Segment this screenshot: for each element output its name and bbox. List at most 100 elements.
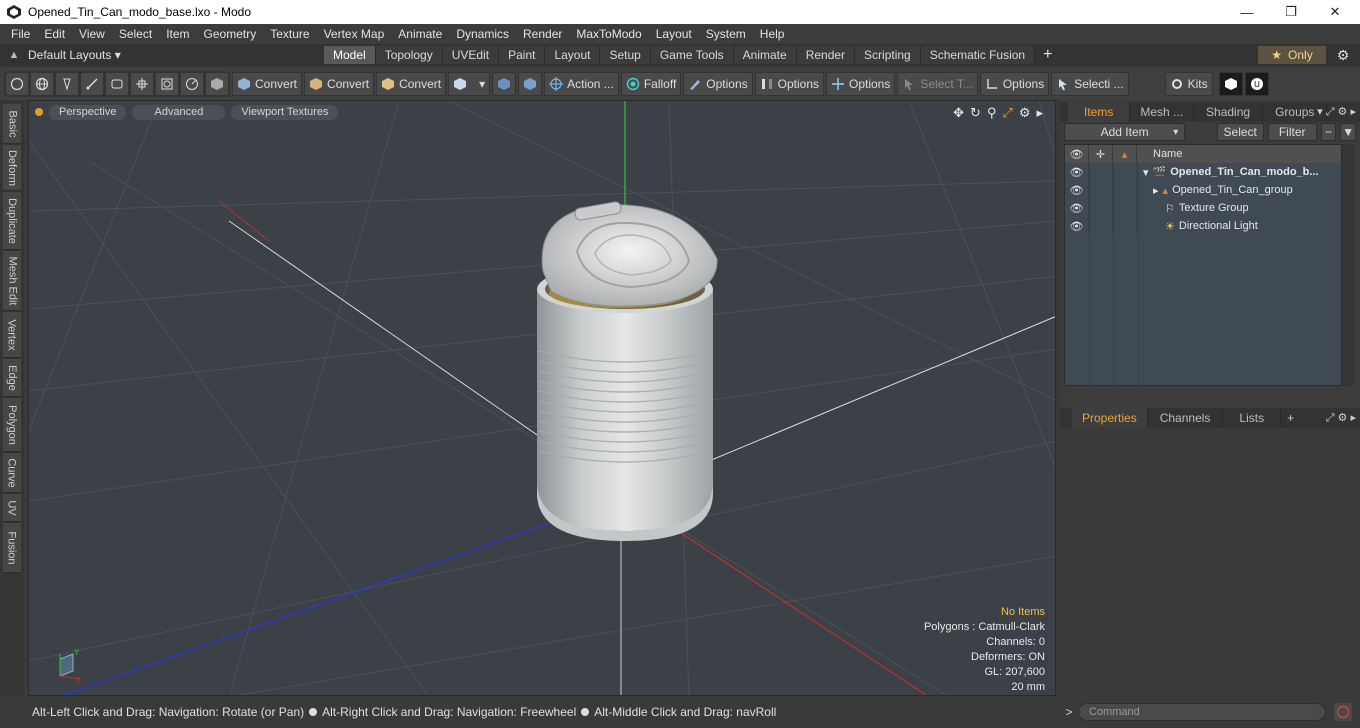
tab-animate[interactable]: Animate [733,46,797,64]
vtab-deform[interactable]: Deform [3,145,21,191]
gear-icon[interactable]: ⚙ [1334,46,1352,64]
add-item-button[interactable]: Add Item ▾ [1064,123,1186,141]
polygon-mode-icon[interactable] [105,72,129,96]
menu-texture[interactable]: Texture [263,24,316,44]
vtab-uv[interactable]: UV [3,494,21,522]
menu-file[interactable]: File [4,24,37,44]
kits-button[interactable]: Kits [1164,72,1213,96]
expand-arrow-icon[interactable]: ▾ [1143,166,1149,179]
vtab-curve[interactable]: Curve [3,453,21,493]
visibility-header-eye-icon[interactable]: 👁 [1065,145,1089,163]
collapse-arrow-icon[interactable]: ▸ [1153,184,1159,197]
menu-edit[interactable]: Edit [37,24,72,44]
unreal-icon[interactable]: U [1244,72,1269,96]
vtab-fusion[interactable]: Fusion [3,523,21,573]
menu-select[interactable]: Select [112,24,159,44]
vertex-mode-icon[interactable] [5,72,29,96]
zoom-magnifier-icon[interactable]: ⚲ [987,105,997,121]
tree-row-group[interactable]: 👁 ▸ ▴ Opened_Tin_Can_group [1065,181,1341,199]
viewport-gear-icon[interactable]: ⚙ [1019,105,1031,121]
selection-button[interactable]: Selecti ... [1051,72,1129,96]
command-input[interactable]: Command [1078,703,1326,721]
add-tab-icon[interactable]: + [1281,411,1300,425]
maximize-view-icon[interactable]: ⤢ [1002,105,1012,121]
options-button-3[interactable]: Options [826,72,896,96]
tab-layout[interactable]: Layout [545,46,601,64]
tab-items[interactable]: Items [1068,102,1131,122]
tab-paint[interactable]: Paint [499,46,546,64]
vtab-basic[interactable]: Basic [3,104,21,144]
workplane-icon[interactable] [518,72,543,96]
funnel-filter-icon[interactable]: ▼ [1340,123,1356,141]
name-column-header[interactable]: Name [1137,148,1182,160]
menu-system[interactable]: System [699,24,753,44]
menu-maxtomodo[interactable]: MaxToModo [569,24,648,44]
default-layouts-dropdown[interactable]: Default Layouts ▾ [28,48,324,62]
select-through-button[interactable]: Select T... [897,72,978,96]
minimize-button[interactable]: — [1224,0,1270,24]
tab-channels[interactable]: Channels [1148,408,1224,428]
convert-button-3[interactable]: Convert [376,72,447,96]
convert-button-2[interactable]: Convert [304,72,375,96]
close-button[interactable]: ✕ [1312,0,1358,24]
eye-icon[interactable]: 👁 [1065,199,1089,217]
tab-properties[interactable]: Properties [1072,408,1148,428]
material-mode-icon[interactable] [155,72,179,96]
vtab-mesh-edit[interactable]: Mesh Edit [3,251,21,311]
tin-can-model[interactable] [537,201,718,541]
menu-view[interactable]: View [72,24,112,44]
globe-icon[interactable] [30,72,54,96]
menu-help[interactable]: Help [753,24,792,44]
options-button-2[interactable]: Options [754,72,824,96]
pivot-mode-icon[interactable] [180,72,204,96]
tab-lists[interactable]: Lists [1223,408,1282,428]
menu-item[interactable]: Item [159,24,196,44]
filter-button[interactable]: Filter [1267,123,1317,141]
vtab-edge[interactable]: Edge [3,359,21,397]
convert-button-1[interactable]: Convert [232,72,303,96]
only-toggle[interactable]: ★ Only [1258,46,1326,64]
tab-scripting[interactable]: Scripting [855,46,921,64]
unity-icon[interactable] [1218,72,1243,96]
tree-scrollbar[interactable] [1342,144,1354,386]
tab-shading[interactable]: Shading [1194,102,1264,122]
symmetry-icon[interactable] [492,72,517,96]
eye-icon[interactable]: 👁 [1065,163,1089,181]
tree-row-texture-group[interactable]: 👁 ⚐ Texture Group [1065,199,1341,217]
tab-topology[interactable]: Topology [375,46,443,64]
3d-viewport[interactable]: Perspective Advanced Viewport Textures ✥… [28,100,1056,696]
panel-controls-icon[interactable]: ▾ ⤢ ⚙ ▸ [1317,105,1356,119]
tab-schematic-fusion[interactable]: Schematic Fusion [920,46,1036,64]
command-arrow-icon[interactable]: > [1060,705,1078,719]
panel-controls-icon[interactable]: ⤢ ⚙ ▸ [1326,411,1356,425]
vtab-duplicate[interactable]: Duplicate [3,192,21,250]
lock-header-icon[interactable]: ✛ [1089,145,1113,163]
tab-model[interactable]: Model [324,46,376,64]
menu-geometry[interactable]: Geometry [197,24,264,44]
vtab-vertex[interactable]: Vertex [3,312,21,358]
item-mode-icon[interactable] [130,72,154,96]
menu-dynamics[interactable]: Dynamics [449,24,516,44]
viewport-menu-dot-icon[interactable] [35,108,43,116]
action-center-button[interactable]: Action ... [544,72,619,96]
options-button-1[interactable]: Options [683,72,753,96]
collapse-icon[interactable]: − [1320,123,1337,141]
menu-vertex-map[interactable]: Vertex Map [317,24,392,44]
shaded-cube-icon[interactable] [205,72,229,96]
maximize-button[interactable]: ❐ [1268,0,1314,24]
pan-move-icon[interactable]: ✥ [953,105,964,121]
rotate-view-icon[interactable]: ↻ [970,105,981,121]
falloff-button[interactable]: Falloff [620,72,682,96]
advanced-button[interactable]: Advanced [132,104,226,120]
tab-game-tools[interactable]: Game Tools [650,46,734,64]
menu-layout[interactable]: Layout [649,24,699,44]
cube-dropdown-button[interactable]: ▾ [448,72,491,96]
tab-render[interactable]: Render [796,46,856,64]
tree-row-scene[interactable]: 👁 ▾ 🎬 Opened_Tin_Can_modo_b... [1065,163,1341,181]
edge-mode-icon[interactable] [80,72,104,96]
tab-uvedit[interactable]: UVEdit [442,46,500,64]
add-layout-tab-icon[interactable]: + [1035,46,1060,64]
tab-setup[interactable]: Setup [600,46,651,64]
menu-render[interactable]: Render [516,24,569,44]
perspective-button[interactable]: Perspective [49,104,127,120]
